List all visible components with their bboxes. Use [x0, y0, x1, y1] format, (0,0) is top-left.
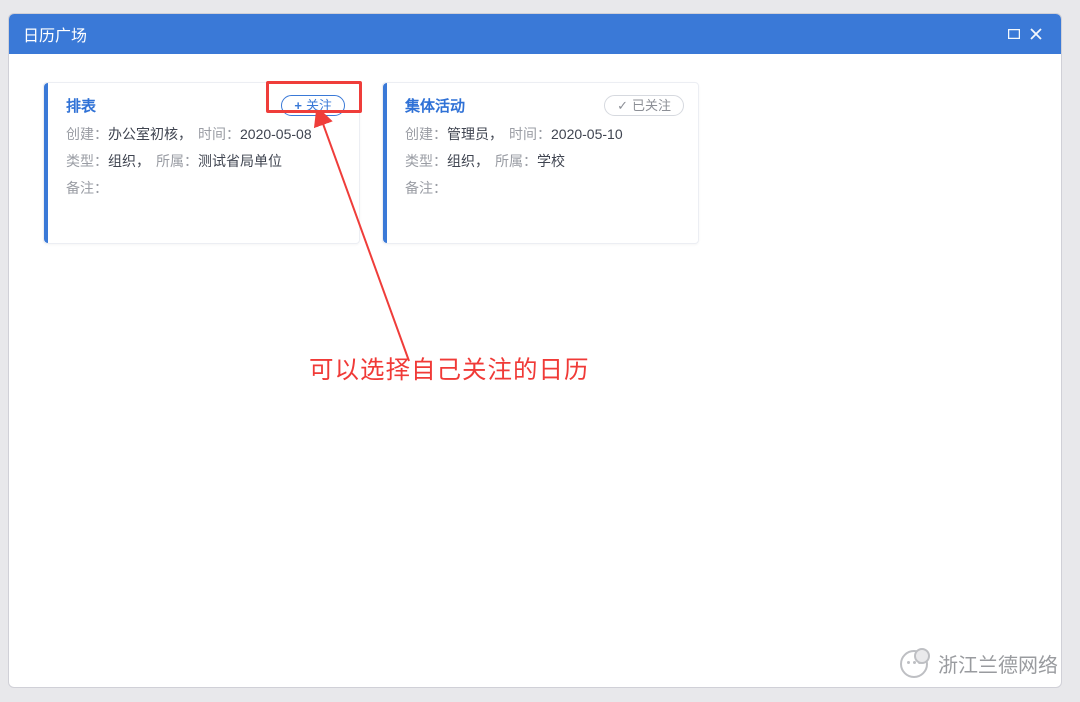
time-label: 时间： — [509, 126, 551, 142]
type-label: 类型： — [405, 153, 447, 169]
time-value: 2020-05-10 — [551, 126, 623, 142]
time-value: 2020-05-08 — [240, 126, 312, 142]
belong-value: 学校 — [537, 153, 565, 169]
type-value: 组织， — [108, 153, 150, 169]
dialog-titlebar: 日历广场 — [9, 14, 1061, 54]
type-value: 组织， — [447, 153, 489, 169]
belong-label: 所属： — [156, 153, 198, 169]
card-title: 集体活动 — [405, 95, 465, 116]
creator-label: 创建： — [66, 126, 108, 142]
watermark: 浙江兰德网络 — [900, 649, 1058, 678]
type-label: 类型： — [66, 153, 108, 169]
plus-icon: + — [294, 99, 302, 112]
belong-value: 测试省局单位 — [198, 153, 282, 169]
calendar-square-dialog: 日历广场 排表 + 关注 创建：办公室初核， 时间：2020-05-08 — [8, 13, 1062, 688]
remark-label: 备注： — [66, 178, 108, 198]
check-icon: ✓ — [617, 99, 628, 112]
creator-value: 管理员， — [447, 126, 503, 142]
creator-label: 创建： — [405, 126, 447, 142]
calendar-card[interactable]: 排表 + 关注 创建：办公室初核， 时间：2020-05-08 类型：组织， 所… — [43, 82, 360, 244]
close-icon[interactable] — [1025, 28, 1047, 40]
annotation-text: 可以选择自己关注的日历 — [309, 351, 590, 386]
maximize-icon[interactable] — [1003, 29, 1025, 39]
dialog-title: 日历广场 — [23, 22, 87, 46]
belong-label: 所属： — [495, 153, 537, 169]
already-followed-button[interactable]: ✓ 已关注 — [604, 95, 684, 116]
already-followed-label: 已关注 — [632, 99, 671, 112]
time-label: 时间： — [198, 126, 240, 142]
dialog-content: 排表 + 关注 创建：办公室初核， 时间：2020-05-08 类型：组织， 所… — [9, 54, 1061, 687]
follow-button-label: 关注 — [306, 99, 332, 112]
calendar-card[interactable]: 集体活动 ✓ 已关注 创建：管理员， 时间：2020-05-10 类型：组织， … — [382, 82, 699, 244]
card-title: 排表 — [66, 95, 96, 116]
remark-label: 备注： — [405, 178, 447, 198]
creator-value: 办公室初核， — [108, 126, 192, 142]
watermark-text: 浙江兰德网络 — [938, 649, 1058, 678]
wechat-icon — [900, 650, 928, 678]
follow-button[interactable]: + 关注 — [281, 95, 345, 116]
